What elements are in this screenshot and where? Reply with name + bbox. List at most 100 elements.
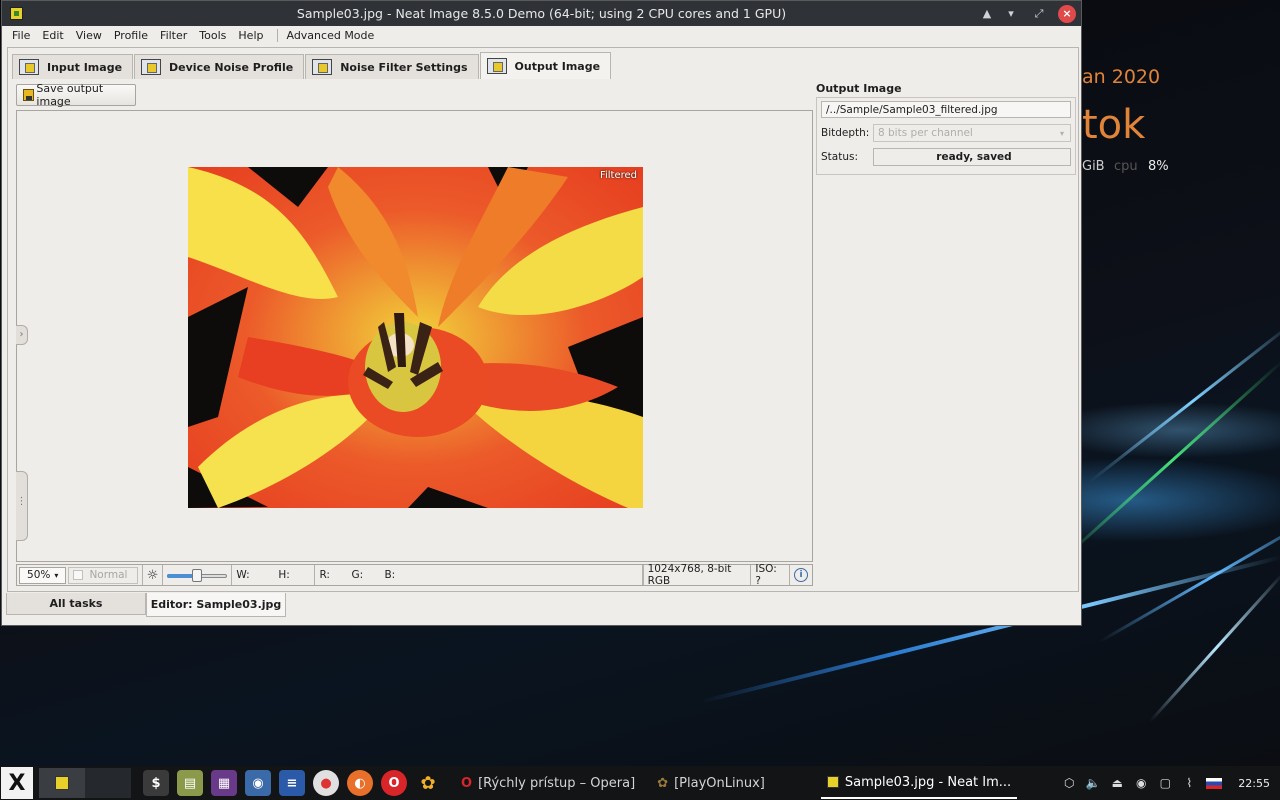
save-output-image-button[interactable]: Save output image (16, 82, 136, 108)
output-path-field[interactable]: /../Sample/Sample03_filtered.jpg (821, 101, 1071, 118)
task-playonlinux[interactable]: ✿ [PlayOnLinux] (651, 767, 771, 799)
input-image-icon (19, 59, 39, 75)
chrome-icon[interactable]: ● (313, 770, 339, 796)
menu-view[interactable]: View (70, 29, 108, 42)
expand-left-handle[interactable]: › (16, 325, 28, 345)
image-pane: Save output image › ⋮ Filtered 50% ▾ Nor… (14, 78, 813, 588)
playonlinux-small-icon: ✿ (657, 775, 669, 791)
task-neat-image[interactable]: Sample03.jpg - Neat Im... (820, 767, 1018, 799)
playonlinux-icon[interactable]: ✿ (415, 770, 441, 796)
keep-above-button[interactable]: ▲ (978, 5, 996, 23)
task-label: [PlayOnLinux] (674, 775, 765, 791)
menu-advanced-mode[interactable]: Advanced Mode (286, 29, 380, 42)
status-value: ready, saved (873, 148, 1071, 166)
blue-label: B: (384, 569, 396, 581)
tab-label: Output Image (514, 59, 601, 73)
menu-profile[interactable]: Profile (108, 29, 154, 42)
opera-icon[interactable]: O (381, 770, 407, 796)
sun-icon[interactable]: ☼ (147, 568, 159, 583)
output-photo[interactable]: Filtered (188, 167, 643, 508)
neat-image-app-icon[interactable] (10, 7, 23, 20)
zoom-select[interactable]: 50% ▾ (19, 566, 67, 584)
output-panel-title: Output Image (816, 82, 902, 95)
file-manager-icon[interactable]: ▤ (177, 770, 203, 796)
clock: 22:55 (1238, 776, 1270, 790)
tab-label: Input Image (47, 60, 123, 74)
workspace-2[interactable] (85, 768, 131, 798)
task-label: Sample03.jpg - Neat Im... (844, 774, 1012, 790)
bitdepth-value: 8 bits per channel (878, 127, 973, 139)
title-bar[interactable]: Sample03.jpg - Neat Image 8.5.0 Demo (64… (2, 1, 1081, 26)
package-icon[interactable]: ⬡ (1062, 776, 1076, 790)
main-content: Input Image Device Noise Profile Noise F… (7, 47, 1079, 592)
firefox-icon[interactable]: ◐ (347, 770, 373, 796)
bitdepth-label: Bitdepth: (821, 127, 870, 139)
bitdepth-select: 8 bits per channel ▾ (873, 124, 1071, 142)
wallpaper-streak (1099, 510, 1280, 643)
wallpaper-streak (1089, 320, 1280, 483)
status-label: Status: (821, 151, 858, 163)
menu-edit[interactable]: Edit (36, 29, 69, 42)
tab-input-image[interactable]: Input Image (12, 54, 134, 79)
update-icon[interactable]: ◉ (1134, 776, 1148, 790)
tab-label: Device Noise Profile (169, 60, 294, 74)
tab-editor-sample03[interactable]: Editor: Sample03.jpg (146, 593, 286, 617)
info-icon[interactable]: i (794, 568, 808, 582)
window-title: Sample03.jpg - Neat Image 8.5.0 Demo (64… (296, 6, 787, 21)
menu-tools[interactable]: Tools (193, 29, 232, 42)
start-menu-button[interactable]: X (1, 767, 33, 799)
image-viewer[interactable]: › ⋮ Filtered (16, 110, 813, 562)
task-label: [Rýchly prístup – Opera] (478, 775, 636, 791)
menu-file[interactable]: File (6, 29, 36, 42)
desktop-date: an 2020 (1082, 66, 1161, 88)
tab-output-image[interactable]: Output Image (479, 52, 612, 79)
eject-icon[interactable]: ⏏ (1110, 776, 1124, 790)
maximize-button[interactable]: ⤢ (1030, 5, 1048, 23)
preview-mode-select[interactable]: Normal (68, 566, 138, 584)
keyboard-layout-flag-icon[interactable] (1206, 777, 1223, 789)
close-button[interactable]: × (1058, 5, 1076, 23)
iso-value: ISO: ? (751, 563, 790, 587)
filter-settings-icon (312, 59, 333, 75)
tab-device-noise-profile[interactable]: Device Noise Profile (134, 54, 305, 79)
desktop-cpu-value: 8% (1148, 159, 1169, 174)
system-tray: ⬡ 🔈 ⏏ ◉ ▢ ⌇ 22:55 (1062, 766, 1280, 800)
menu-separator (277, 29, 279, 42)
volume-icon[interactable]: 🔈 (1086, 776, 1101, 790)
save-button-label: Save output image (36, 82, 104, 108)
mode-value: Normal (89, 569, 128, 581)
tulip-photo (188, 167, 643, 508)
window-icon[interactable]: ▢ (1158, 776, 1172, 790)
mode-checkbox[interactable] (73, 570, 84, 580)
workspace-1[interactable] (39, 768, 85, 798)
color-readout-cell: R: G: B: (315, 565, 643, 585)
tab-noise-filter-settings[interactable]: Noise Filter Settings (305, 54, 479, 79)
panel-splitter-handle[interactable]: ⋮ (16, 471, 28, 541)
screenshot-icon[interactable]: ◉ (245, 770, 271, 796)
status-row: Status: ready, saved (821, 147, 1071, 167)
filtered-overlay-label: Filtered (599, 170, 637, 181)
neat-image-icon (55, 776, 69, 790)
slider-handle[interactable] (192, 568, 203, 582)
brightness-slider[interactable] (167, 567, 228, 584)
minimize-button[interactable]: ▾ (1002, 5, 1020, 23)
task-opera[interactable]: O [Rýchly prístup – Opera] (455, 767, 641, 799)
tab-all-tasks[interactable]: All tasks (6, 593, 146, 615)
height-label: H: (278, 569, 290, 581)
archiver-icon[interactable]: ▦ (211, 770, 237, 796)
red-label: R: (319, 569, 330, 581)
wallpaper-streak (1148, 571, 1280, 723)
editor-tabs: All tasks Editor: Sample03.jpg (6, 593, 286, 617)
zoom-value: 50% (27, 569, 51, 581)
menu-help[interactable]: Help (232, 29, 269, 42)
text-editor-icon[interactable]: ≡ (279, 770, 305, 796)
width-label: W: (236, 569, 250, 581)
app-window: Sample03.jpg - Neat Image 8.5.0 Demo (64… (1, 0, 1082, 626)
taskbar: X $ ▤ ▦ ◉ ≡ ● ◐ O ✿ O [Rýchly prístup – … (0, 766, 1280, 800)
clipboard-icon[interactable]: ⌇ (1182, 776, 1196, 790)
terminal-icon[interactable]: $ (143, 770, 169, 796)
neat-image-small-icon (826, 776, 839, 788)
save-disk-icon (23, 89, 35, 101)
tab-label: Noise Filter Settings (340, 60, 468, 74)
menu-filter[interactable]: Filter (154, 29, 193, 42)
